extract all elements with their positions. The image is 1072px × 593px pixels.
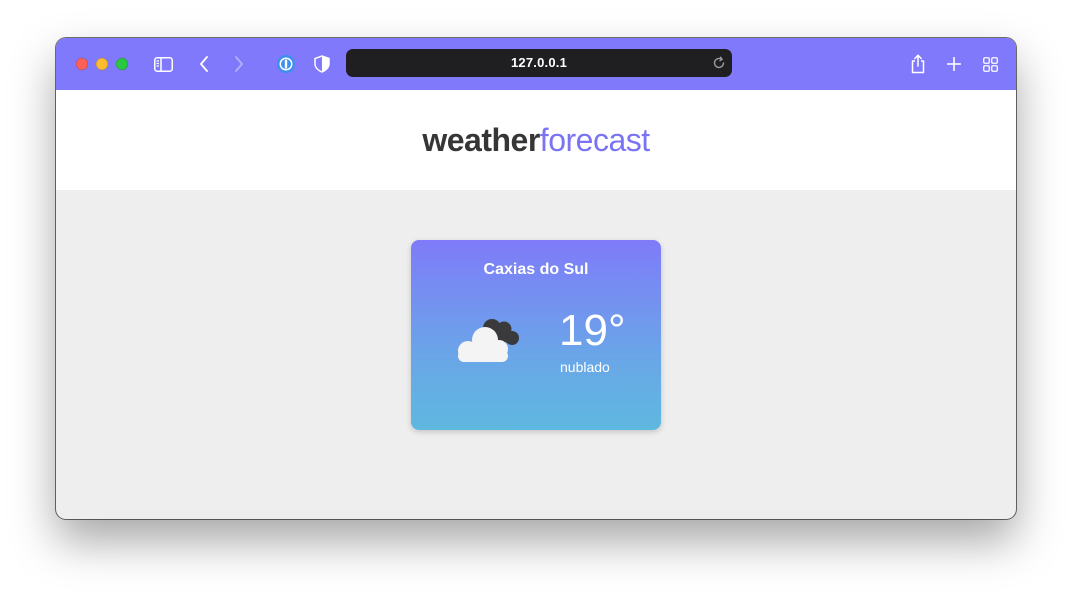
weather-card: Caxias do Sul 19° nublado <box>411 240 661 430</box>
temperature: 19° <box>559 306 626 355</box>
shield-icon[interactable] <box>312 53 332 75</box>
logo-part-weather: weather <box>422 122 540 158</box>
logo-part-forecast: forecast <box>539 122 650 158</box>
cloudy-icon <box>455 314 529 362</box>
new-tab-icon[interactable] <box>944 54 964 74</box>
city-name: Caxias do Sul <box>483 261 589 278</box>
address-text: 127.0.0.1 <box>510 55 567 70</box>
forward-icon[interactable] <box>231 54 247 74</box>
site-logo[interactable]: weatherforecast <box>56 120 1016 160</box>
browser-window: 127.0.0.1 weatherforecast Caxias do Sul … <box>56 38 1016 519</box>
address-bar[interactable]: 127.0.0.1 <box>346 49 732 77</box>
password-manager-icon[interactable] <box>275 53 297 75</box>
site-header: weatherforecast <box>56 90 1016 190</box>
share-icon[interactable] <box>908 52 928 76</box>
tab-overview-icon[interactable] <box>980 54 1000 74</box>
back-icon[interactable] <box>196 54 212 74</box>
minimize-window-button[interactable] <box>96 58 108 70</box>
maximize-window-button[interactable] <box>116 58 128 70</box>
reload-icon[interactable] <box>712 56 726 70</box>
weather-condition: nublado <box>560 359 610 375</box>
close-window-button[interactable] <box>76 58 88 70</box>
sidebar-icon[interactable] <box>152 54 174 74</box>
browser-toolbar: 127.0.0.1 <box>56 38 1016 90</box>
